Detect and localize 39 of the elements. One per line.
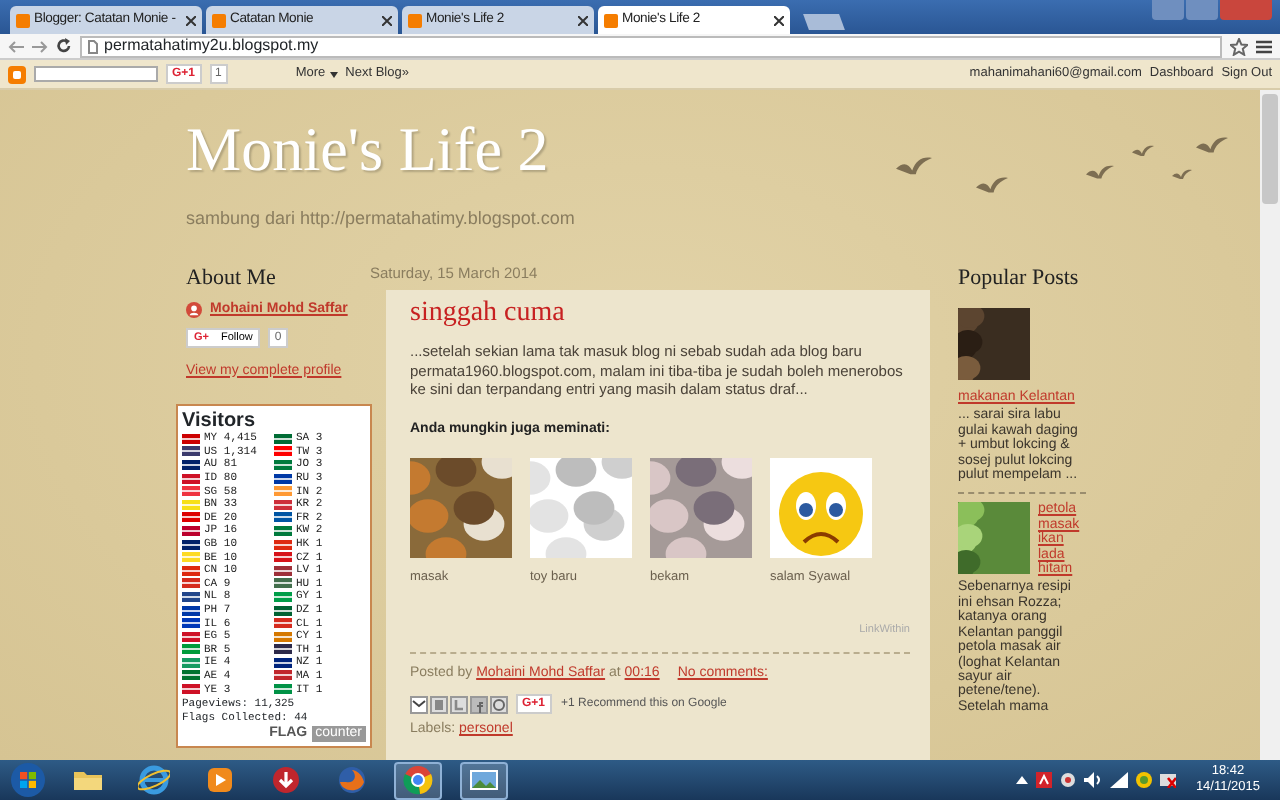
search-field[interactable] <box>34 66 158 82</box>
taskbar-button[interactable] <box>394 761 442 799</box>
volume-icon[interactable] <box>1083 772 1102 788</box>
forward-icon[interactable] <box>32 39 48 53</box>
back-icon[interactable] <box>8 39 24 53</box>
facebook-share-icon[interactable] <box>470 695 488 714</box>
close-icon[interactable] <box>382 15 392 25</box>
taskbar-button[interactable] <box>460 761 508 799</box>
counter-heading: Visitors <box>182 410 257 432</box>
blog-description: sambung dari http://permatahatimy.blogspot.com <box>186 206 577 232</box>
browser-icon <box>402 764 434 796</box>
close-icon[interactable] <box>578 15 588 25</box>
new-tab-button[interactable] <box>803 14 845 30</box>
star-icon[interactable] <box>1230 37 1248 55</box>
address-field[interactable]: permatahatimy2u.blogspot.my <box>80 35 1222 57</box>
notification-icon[interactable] <box>1159 772 1176 788</box>
profile-icon[interactable] <box>186 302 202 319</box>
reload-icon[interactable] <box>56 38 72 54</box>
menu-icon[interactable] <box>1256 39 1272 53</box>
show-hidden-icon[interactable] <box>1015 776 1028 784</box>
app-tray-icon[interactable] <box>1059 772 1076 788</box>
caret-icon <box>329 71 338 77</box>
email-share-icon[interactable] <box>410 695 428 714</box>
signal-icon[interactable] <box>1109 772 1128 788</box>
start-button[interactable] <box>10 762 46 798</box>
play-icon <box>204 764 236 796</box>
page-icon <box>88 39 98 53</box>
photo-icon <box>468 764 500 796</box>
close-icon[interactable] <box>774 15 784 25</box>
logo-icon[interactable] <box>8 65 26 83</box>
app-tray-icon[interactable] <box>1035 772 1052 788</box>
sad-emoticon-icon <box>770 457 872 558</box>
scrollbar[interactable] <box>1260 90 1280 760</box>
sidebar-heading: About Me <box>186 266 278 290</box>
app-tray-icon[interactable] <box>1135 772 1152 788</box>
close-icon[interactable] <box>186 15 196 25</box>
download-icon <box>270 764 302 796</box>
post-title[interactable]: singgah cuma <box>410 298 910 331</box>
sidebar-heading: Popular Posts <box>958 266 1081 290</box>
